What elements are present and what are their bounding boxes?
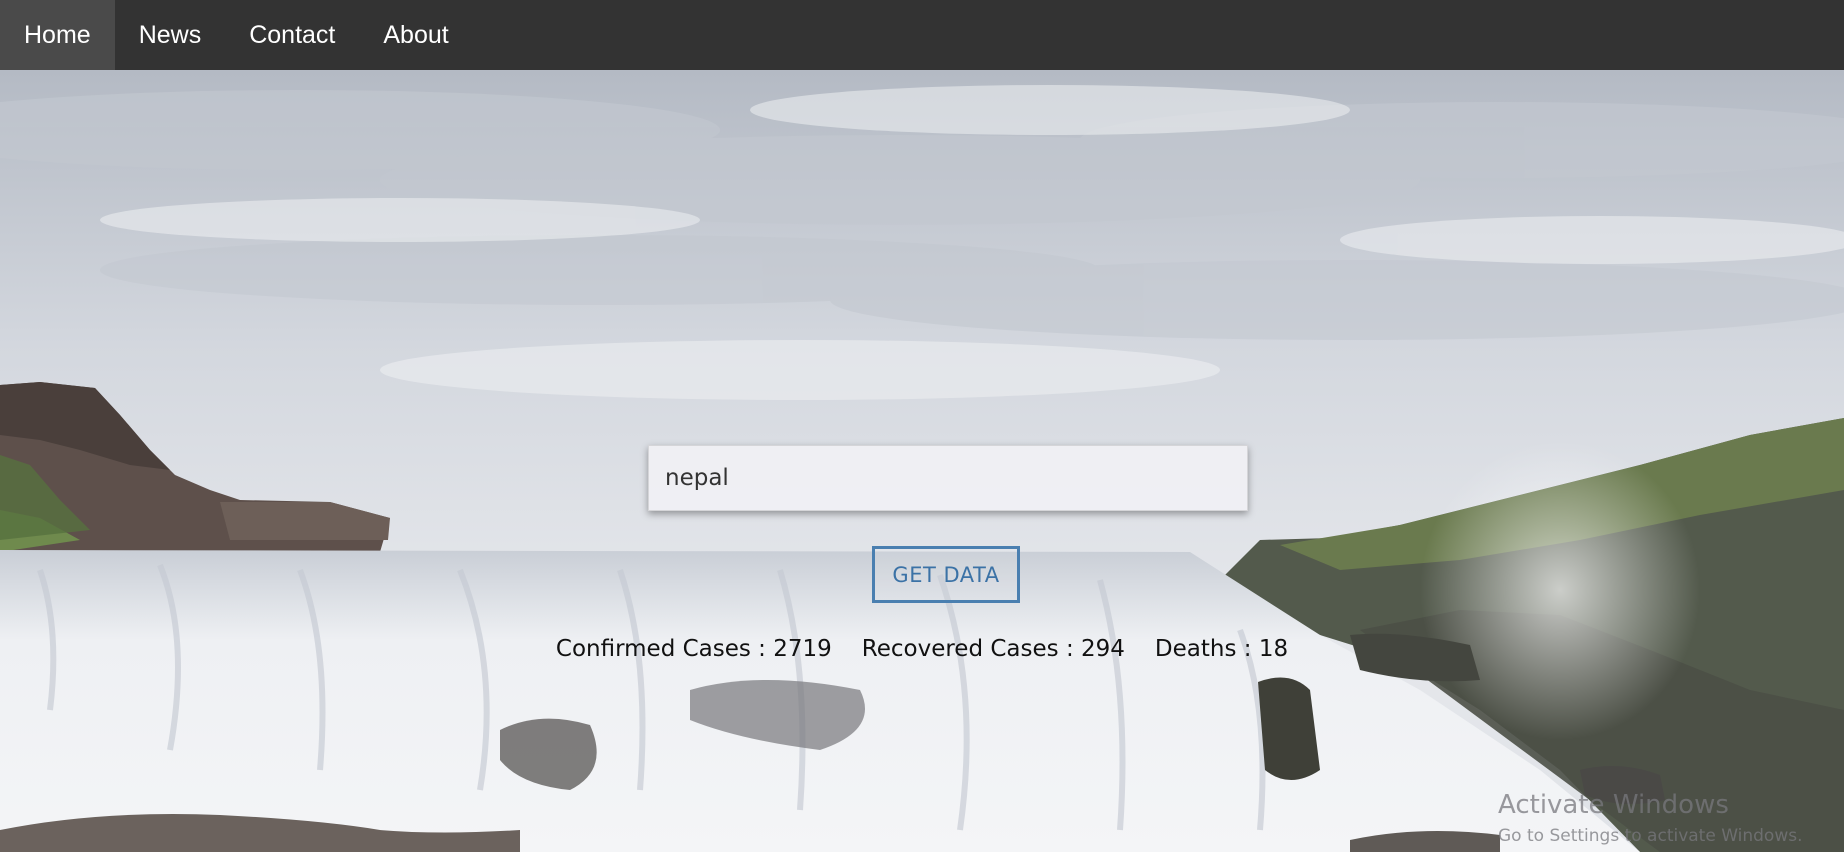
deaths-text: Deaths : 18 (1154, 636, 1289, 662)
get-data-button[interactable]: GET DATA (872, 546, 1020, 603)
nav-news-link[interactable]: News (115, 0, 226, 70)
confirmed-cases-text: Confirmed Cases : 2719 (555, 636, 832, 662)
watermark-subtitle: Go to Settings to activate Windows. (1498, 826, 1803, 846)
top-navbar: Home News Contact About (0, 0, 1844, 70)
recovered-cases-text: Recovered Cases : 294 (861, 636, 1125, 662)
nav-home-link[interactable]: Home (0, 0, 115, 70)
activate-windows-watermark: Activate Windows Go to Settings to activ… (1498, 790, 1803, 846)
page: Home News Contact About nepal GET DATA C… (0, 0, 1844, 852)
nav-about-link[interactable]: About (359, 0, 472, 70)
case-stats: Confirmed Cases : 2719 Recovered Cases :… (0, 636, 1844, 662)
watermark-title: Activate Windows (1498, 790, 1729, 820)
country-search-input[interactable] (648, 445, 1248, 511)
nav-contact-link[interactable]: Contact (225, 0, 359, 70)
